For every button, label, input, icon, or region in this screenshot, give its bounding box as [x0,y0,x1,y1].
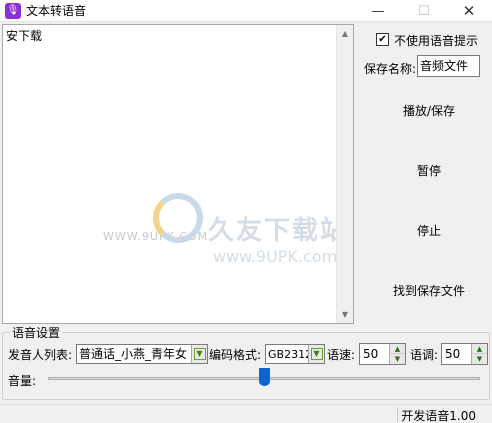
pitch-down-arrow-icon[interactable]: ▼ [471,354,487,364]
voice-settings-title: 语音设置 [10,324,63,341]
scroll-up-arrow-icon[interactable]: ▲ [337,25,353,42]
close-button[interactable]: ✕ [446,0,492,22]
no-voice-prompt-label: 不使用语音提示 [394,34,479,48]
encoding-label: 编码格式: [209,348,262,362]
text-content: 安下载 [6,29,43,43]
no-voice-prompt-checkbox[interactable]: ✔ [376,33,389,46]
title-bar: 🎙 文本转语音 — ☐ ✕ [0,0,492,22]
save-name-input[interactable]: 音频文件 [417,55,480,77]
save-name-label: 保存名称: [364,62,417,76]
speed-spinner[interactable]: 50 ▲ ▼ [359,343,406,365]
encoding-select-value: GB2312 [268,348,313,361]
speaker-select[interactable]: 普通话_小燕_青年女 ▼ [76,344,208,364]
watermark-site: www.9UPK.com [213,247,338,266]
minimize-button[interactable]: — [355,0,401,22]
pitch-label: 语调: [410,348,439,362]
pitch-value: 50 [445,347,461,361]
volume-slider-thumb[interactable] [258,368,270,386]
volume-label: 音量: [8,374,37,388]
vertical-scrollbar[interactable]: ▲ ▼ [336,25,353,323]
watermark-brand: 久友下载站 [208,216,349,246]
chevron-down-icon[interactable]: ▼ [308,345,324,363]
scroll-down-arrow-icon[interactable]: ▼ [337,306,353,323]
stop-button[interactable]: 停止 [368,216,490,244]
encoding-select[interactable]: GB2312 ▼ [265,344,325,364]
pause-button[interactable]: 暂停 [368,156,490,184]
text-input-area[interactable]: 安下载 WWW.9UPK.COM 久友下载站 www.9UPK.com ▲ ▼ [2,24,354,324]
watermark-logo [153,193,203,243]
status-bar: 开发语音1.00 [0,404,492,423]
speed-value: 50 [363,347,379,361]
speed-label: 语速: [327,348,356,362]
maximize-button[interactable]: ☐ [401,0,447,22]
pitch-spinner[interactable]: 50 ▲ ▼ [441,343,488,365]
chevron-down-icon[interactable]: ▼ [191,345,207,363]
find-saved-file-button[interactable]: 找到保存文件 [368,276,490,304]
status-text: 开发语音1.00 [401,409,476,423]
speed-down-arrow-icon[interactable]: ▼ [389,354,405,364]
status-divider [397,407,398,422]
speaker-list-label: 发音人列表: [8,348,73,362]
window-title: 文本转语音 [26,4,87,18]
mic-icon: 🎙 [5,3,21,19]
play-save-button[interactable]: 播放/保存 [368,96,490,124]
speaker-select-value: 普通话_小燕_青年女 [79,347,188,361]
voice-settings-group [2,332,490,400]
